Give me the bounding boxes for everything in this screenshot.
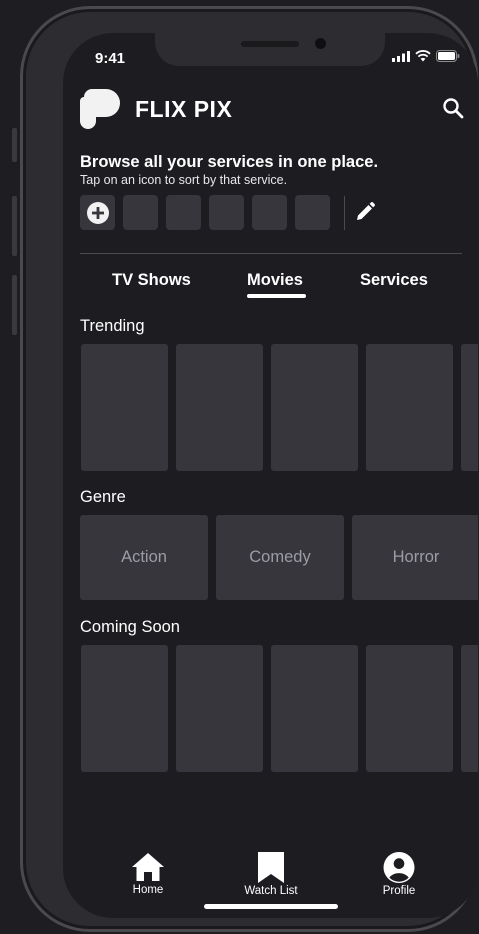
- trending-poster[interactable]: [366, 344, 453, 471]
- trending-poster[interactable]: [176, 344, 263, 471]
- service-slot[interactable]: [123, 195, 158, 230]
- camera: [315, 38, 326, 49]
- nav-watch-list-label: Watch List: [244, 885, 298, 897]
- tab-movies[interactable]: Movies: [247, 271, 303, 290]
- search-icon[interactable]: [442, 97, 464, 119]
- trending-poster[interactable]: [81, 344, 168, 471]
- signal-icon: [392, 50, 410, 62]
- profile-icon: [383, 852, 415, 883]
- phone-frame: 9:41 FLIX PIX Browse all your services i…: [20, 6, 478, 932]
- bookmark-icon: [258, 852, 284, 883]
- active-tab-indicator: [247, 294, 306, 298]
- nav-profile-label: Profile: [382, 885, 416, 897]
- service-slot[interactable]: [295, 195, 330, 230]
- add-service-button[interactable]: [80, 195, 115, 230]
- screen: 9:41 FLIX PIX Browse all your services i…: [63, 33, 478, 918]
- coming-soon-poster[interactable]: [81, 645, 168, 772]
- services-subtitle: Tap on an icon to sort by that service.: [80, 173, 288, 187]
- coming-soon-row: [81, 645, 478, 772]
- mute-switch: [12, 128, 17, 162]
- genre-row: Action Comedy Horror: [80, 515, 478, 600]
- status-time: 9:41: [95, 50, 126, 67]
- tab-services[interactable]: Services: [360, 271, 428, 290]
- wifi-icon: [415, 50, 431, 62]
- service-slot[interactable]: [166, 195, 201, 230]
- coming-soon-poster[interactable]: [366, 645, 453, 772]
- service-icon-row: [80, 195, 345, 230]
- service-slot[interactable]: [252, 195, 287, 230]
- pencil-icon[interactable]: [355, 202, 375, 222]
- volume-down-button: [12, 275, 17, 335]
- speaker: [241, 41, 299, 47]
- notch: [155, 33, 385, 66]
- battery-icon: [436, 50, 460, 62]
- coming-soon-poster[interactable]: [176, 645, 263, 772]
- service-divider: [344, 195, 345, 230]
- genre-card-comedy[interactable]: Comedy: [216, 515, 344, 600]
- genre-card-horror[interactable]: Horror: [352, 515, 478, 600]
- coming-soon-poster[interactable]: [271, 645, 358, 772]
- home-icon: [132, 853, 164, 881]
- trending-poster[interactable]: [461, 344, 478, 471]
- trending-title: Trending: [80, 317, 145, 335]
- coming-soon-poster[interactable]: [461, 645, 478, 772]
- genre-card-action[interactable]: Action: [80, 515, 208, 600]
- plus-circle-icon: [86, 201, 109, 224]
- app-title: FLIX PIX: [135, 96, 233, 122]
- nav-profile[interactable]: Profile: [359, 852, 439, 897]
- nav-home[interactable]: Home: [108, 852, 188, 896]
- home-indicator: [204, 904, 338, 909]
- nav-home-label: Home: [132, 884, 164, 896]
- coming-soon-title: Coming Soon: [80, 618, 180, 636]
- trending-poster[interactable]: [271, 344, 358, 471]
- status-icons: [392, 50, 460, 62]
- volume-up-button: [12, 196, 17, 256]
- tab-tv-shows[interactable]: TV Shows: [112, 271, 191, 290]
- service-slot[interactable]: [209, 195, 244, 230]
- trending-row: [81, 344, 478, 471]
- section-divider: [80, 253, 462, 254]
- app-logo: [80, 89, 120, 129]
- nav-watch-list[interactable]: Watch List: [231, 852, 311, 897]
- genre-title: Genre: [80, 488, 126, 506]
- services-headline: Browse all your services in one place.: [80, 153, 379, 171]
